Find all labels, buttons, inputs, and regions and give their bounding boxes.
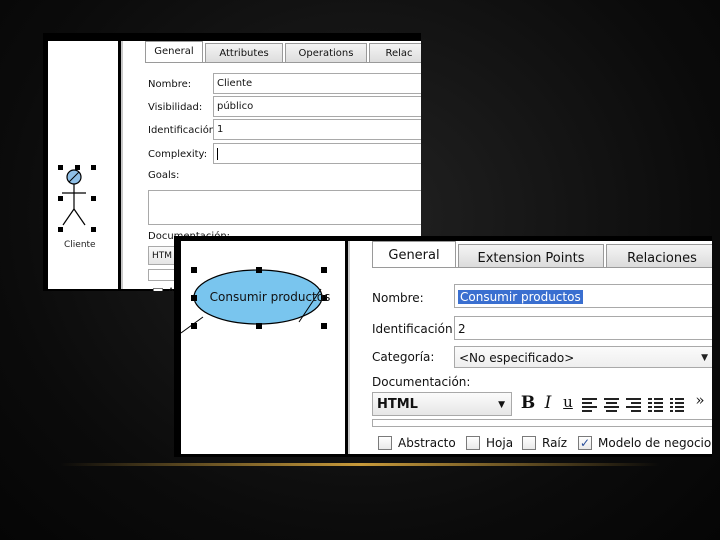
checkbox-row: Abstracto Hoja Raíz ✓ Modelo de negocio [378,434,712,452]
name-field-selected-text: Consumir productos [458,290,583,304]
tab-divider [145,62,421,63]
visibility-field[interactable]: público [213,96,421,117]
actor-tab-bar: General Attributes Operations Relac [145,41,421,63]
category-label: Categoría: [372,350,435,364]
category-value: <No especificado> [459,351,575,365]
more-icon[interactable]: » [690,391,710,413]
numbered-list-lines [654,398,669,414]
format-select[interactable]: HTML ▼ [372,392,512,416]
name-label: Nombre: [148,79,192,90]
tab-general[interactable]: General [372,241,456,268]
visibility-label: Visibilidad: [148,102,203,113]
documentation-editor[interactable] [372,419,712,427]
chevron-down-icon: ▼ [701,353,708,363]
name-field[interactable]: Consumir productos [454,284,712,308]
tab-divider [372,267,712,268]
bold-icon[interactable]: B [518,393,538,415]
modelo-de-negocio-checkbox-label: Modelo de negocio [598,436,712,450]
identification-label: Identificación: [148,125,219,136]
align-right-icon[interactable] [626,398,641,414]
category-select[interactable]: <No especificado> ▼ [454,346,712,368]
goals-field[interactable] [148,190,421,225]
diagram-canvas[interactable]: Cliente [48,41,118,289]
hoja-checkbox-label: Hoja [486,436,514,450]
hoja-checkbox[interactable] [466,436,480,450]
name-label: Nombre: [372,291,424,305]
complexity-field[interactable] [213,143,421,164]
bullet-list-lines [675,398,690,414]
chevron-down-icon: ▼ [498,400,505,410]
underline-icon[interactable]: u [558,393,578,415]
check-mark-icon: ✓ [579,436,591,450]
name-field[interactable]: Cliente [213,73,421,94]
tab-relaciones[interactable]: Relaciones [606,244,712,268]
align-left-icon[interactable] [582,398,597,414]
tab-general[interactable]: General [145,41,203,63]
abstracto-checkbox[interactable] [378,436,392,450]
tab-relaciones[interactable]: Relac [369,43,421,63]
goals-label: Goals: [148,170,180,181]
abstract-checkbox[interactable] [153,288,163,291]
tab-attributes[interactable]: Attributes [205,43,283,63]
raiz-checkbox[interactable] [522,436,536,450]
actor-stick-figure-icon[interactable] [48,41,118,251]
tab-extension-points[interactable]: Extension Points [458,244,604,268]
identification-field[interactable]: 1 [213,119,421,140]
documentation-label: Documentación: [372,375,471,389]
identification-field[interactable]: 2 [454,316,712,340]
usecase-properties-panel: General Extension Points Relaciones Nomb… [348,241,712,454]
tab-operations[interactable]: Operations [285,43,367,63]
usecase-screenshot: Consumir productos General Extension Poi… [174,236,712,457]
actor-name-label: Cliente [64,240,96,250]
align-center-icon[interactable] [604,398,619,414]
decorative-glow-line [60,463,660,466]
usecase-name-label: Consumir productos [209,290,331,304]
complexity-label: Complexity: [148,149,208,160]
modelo-de-negocio-checkbox[interactable]: ✓ [578,436,592,450]
identification-label: Identificación: [372,322,457,336]
raiz-checkbox-label: Raíz [542,436,568,450]
diagram-canvas-usecase[interactable]: Consumir productos [181,241,345,454]
documentation-toolbar: HTML ▼ B I u » [372,391,712,417]
abstracto-checkbox-label: Abstracto [398,436,456,450]
usecase-ellipse-icon[interactable] [181,241,345,454]
text-cursor [217,148,218,160]
format-value: HTML [377,397,418,412]
italic-icon[interactable]: I [538,393,558,415]
